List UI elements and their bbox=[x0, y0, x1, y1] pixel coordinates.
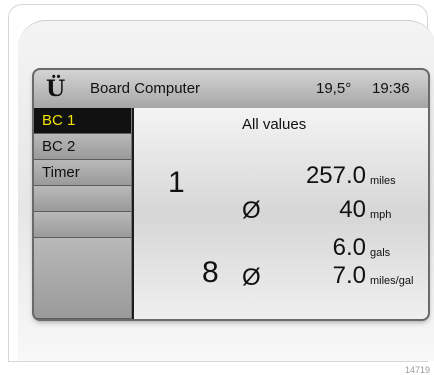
avg-speed-symbol: Ø bbox=[242, 197, 261, 224]
status-bar: Ü Board Computer 19,5° 19:36 bbox=[34, 70, 428, 108]
board-computer-screen: Ü Board Computer 19,5° 19:36 BC 1 BC 2 T… bbox=[34, 70, 428, 319]
group2-index: 8 bbox=[202, 256, 219, 289]
menu-item-empty-1[interactable] bbox=[34, 186, 132, 212]
distance-value: 257.0 bbox=[305, 162, 366, 189]
figure-code: 14719 bbox=[404, 365, 430, 375]
menu-item-bc1[interactable]: BC 1 bbox=[34, 108, 132, 134]
clock: 19:36 bbox=[372, 80, 410, 97]
values-panel: All values 1 257.0 miles Ø 40 mph 8 6.0 … bbox=[134, 108, 428, 319]
fuel-value: 6.0 bbox=[332, 234, 366, 261]
menu-item-empty-2[interactable] bbox=[34, 212, 132, 238]
side-menu: BC 1 BC 2 Timer bbox=[34, 108, 134, 319]
speed-value: 40 bbox=[339, 196, 366, 223]
avg-consumption-symbol: Ø bbox=[242, 264, 261, 291]
fuel-unit: gals bbox=[370, 247, 391, 259]
menu-item-timer[interactable]: Timer bbox=[34, 160, 132, 186]
panel-header: All values bbox=[242, 116, 307, 133]
outside-temperature: 19,5° bbox=[316, 80, 352, 97]
distance-unit: miles bbox=[370, 175, 396, 187]
brand-logo: Ü bbox=[46, 76, 66, 102]
consumption-value: 7.0 bbox=[332, 262, 366, 289]
consumption-unit: miles/gal bbox=[370, 275, 414, 287]
menu-item-empty-3[interactable] bbox=[34, 238, 132, 319]
speed-unit: mph bbox=[370, 209, 392, 221]
group1-index: 1 bbox=[168, 166, 185, 199]
screen-title: Board Computer bbox=[90, 80, 201, 97]
menu-item-bc2[interactable]: BC 2 bbox=[34, 134, 132, 160]
